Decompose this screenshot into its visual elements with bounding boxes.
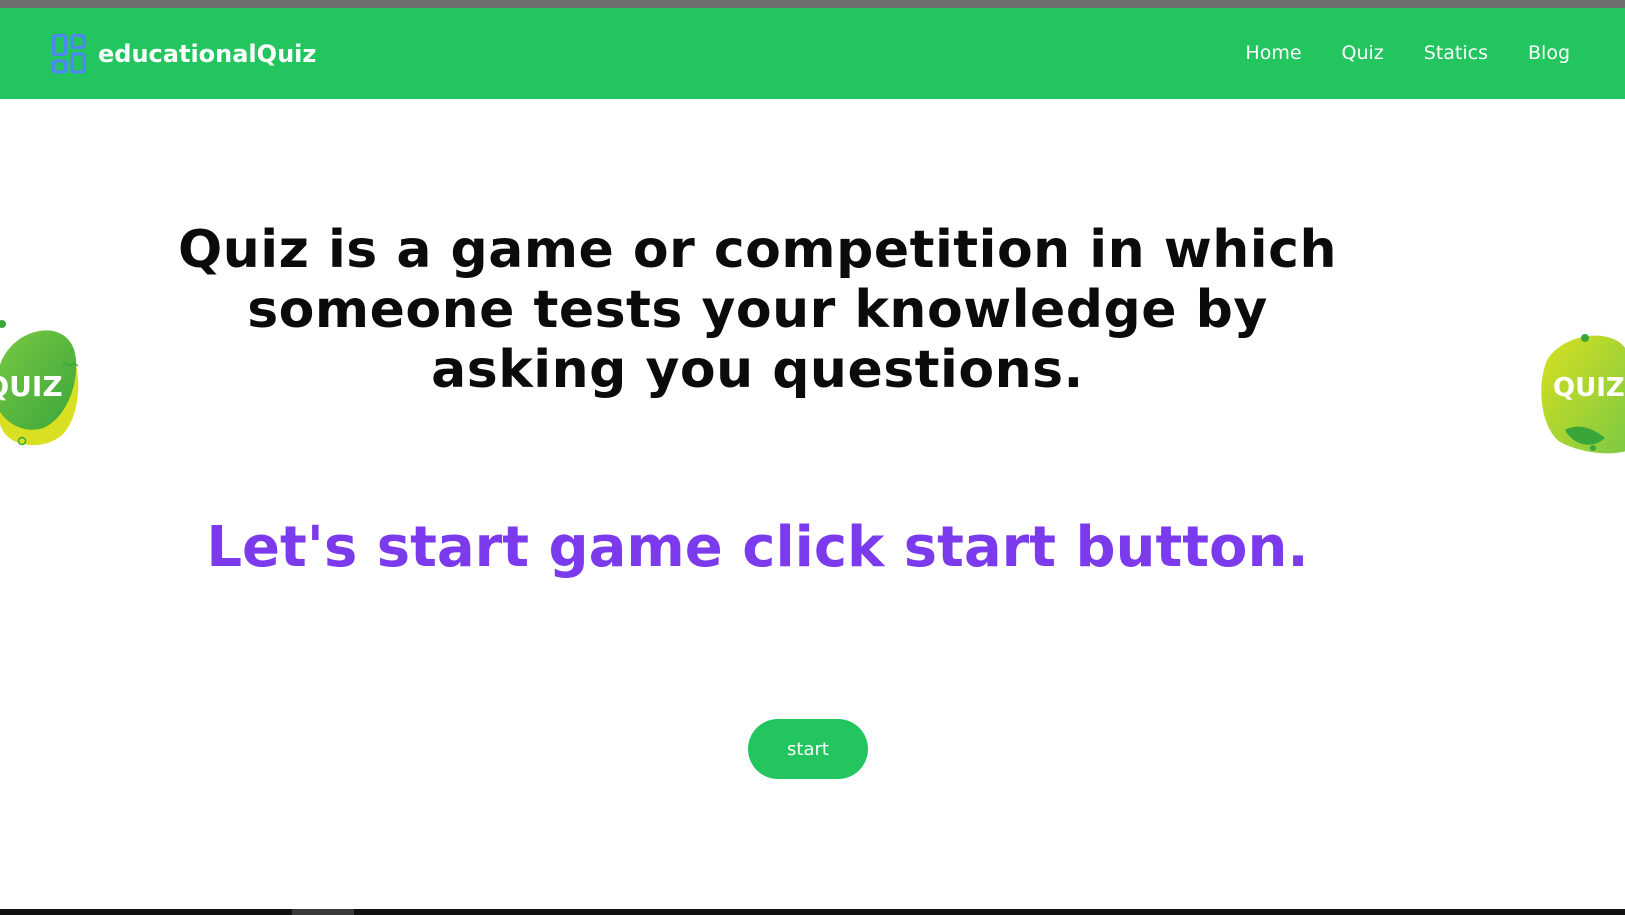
quiz-badge-left-text: QUIZ [0,370,63,403]
dashboard-grid-icon [52,34,86,74]
quiz-badge-left-image: QUIZ [0,320,79,446]
quiz-badge-right-image: QUIZ [1541,334,1625,454]
hero-headline: Quiz is a game or competition in which s… [178,220,1337,400]
bottom-scrollbar[interactable] [0,909,1625,915]
nav-link-blog[interactable]: Blog [1528,42,1570,64]
window-top-strip [0,0,1625,8]
hero-subline: Let's start game click start button. [206,515,1309,580]
start-button[interactable]: start [748,719,868,779]
quiz-badge-right-text: QUIZ [1553,373,1625,403]
scrollbar-thumb[interactable] [292,909,354,915]
brand[interactable]: educationalQuiz [52,34,316,74]
nav-link-quiz[interactable]: Quiz [1342,42,1384,64]
navbar: educationalQuiz Home Quiz Statics Blog [0,8,1625,99]
nav-link-statics[interactable]: Statics [1424,42,1488,64]
brand-name: educationalQuiz [98,40,317,68]
nav-menu: Home Quiz Statics Blog [1245,42,1570,64]
nav-link-home[interactable]: Home [1245,42,1301,64]
